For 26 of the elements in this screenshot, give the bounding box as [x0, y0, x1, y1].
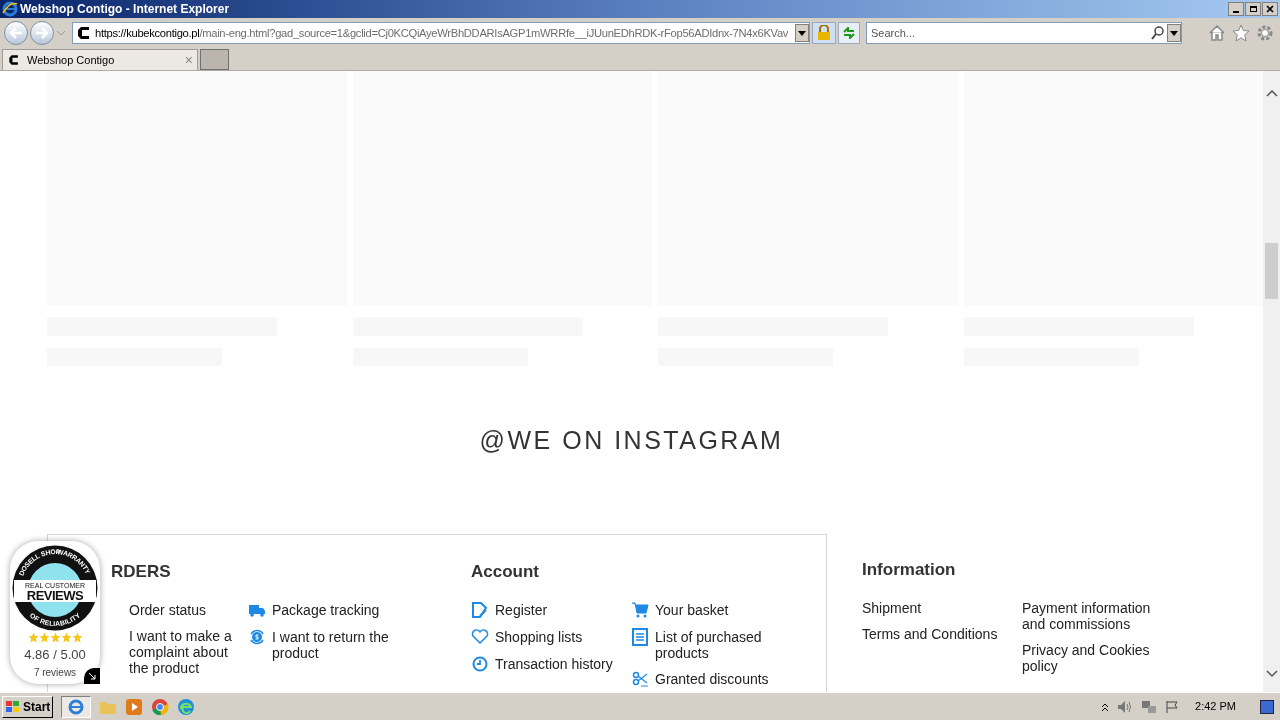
footer-link[interactable]: Shopping lists [495, 628, 583, 645]
window-title: Webshop Contigo - Internet Explorer [20, 1, 230, 18]
footer-link[interactable]: Register [495, 601, 548, 618]
rating-score: 4.86 / 5.00 [24, 646, 86, 664]
footer-link[interactable]: List of purchased products [655, 628, 791, 661]
search-field[interactable]: Search... [866, 22, 1182, 44]
footer-link[interactable]: Your basket [655, 601, 729, 618]
clock: 2:42 PM [1195, 699, 1236, 715]
review-count: 7 reviews [33, 665, 77, 680]
footer-link[interactable]: Order status [129, 601, 248, 618]
section-heading: @WE ON INSTAGRAM [478, 425, 785, 456]
footer-link[interactable]: Shipment [862, 599, 1012, 616]
footer-heading: Information [862, 558, 957, 581]
search-input[interactable]: Search... [867, 24, 1151, 42]
start-button[interactable]: Start [2, 695, 54, 718]
footer-link[interactable]: I want to make a complaint about the product [129, 627, 248, 676]
browser-tab[interactable]: Webshop Contigo × [2, 49, 198, 70]
footer-link[interactable]: Payment information and commissions [1022, 599, 1172, 632]
footer-heading: Account [471, 560, 540, 583]
footer-link[interactable]: I want to return the product [272, 628, 392, 661]
footer-link[interactable]: Transaction history [495, 655, 613, 672]
footer-heading: RDERS [111, 560, 172, 583]
footer-link[interactable]: Terms and Conditions [862, 625, 1012, 642]
footer-link[interactable]: Privacy and Cookies policy [1022, 641, 1172, 674]
footer-link[interactable]: Package tracking [272, 601, 392, 618]
footer-link[interactable]: Granted discounts [655, 670, 769, 687]
